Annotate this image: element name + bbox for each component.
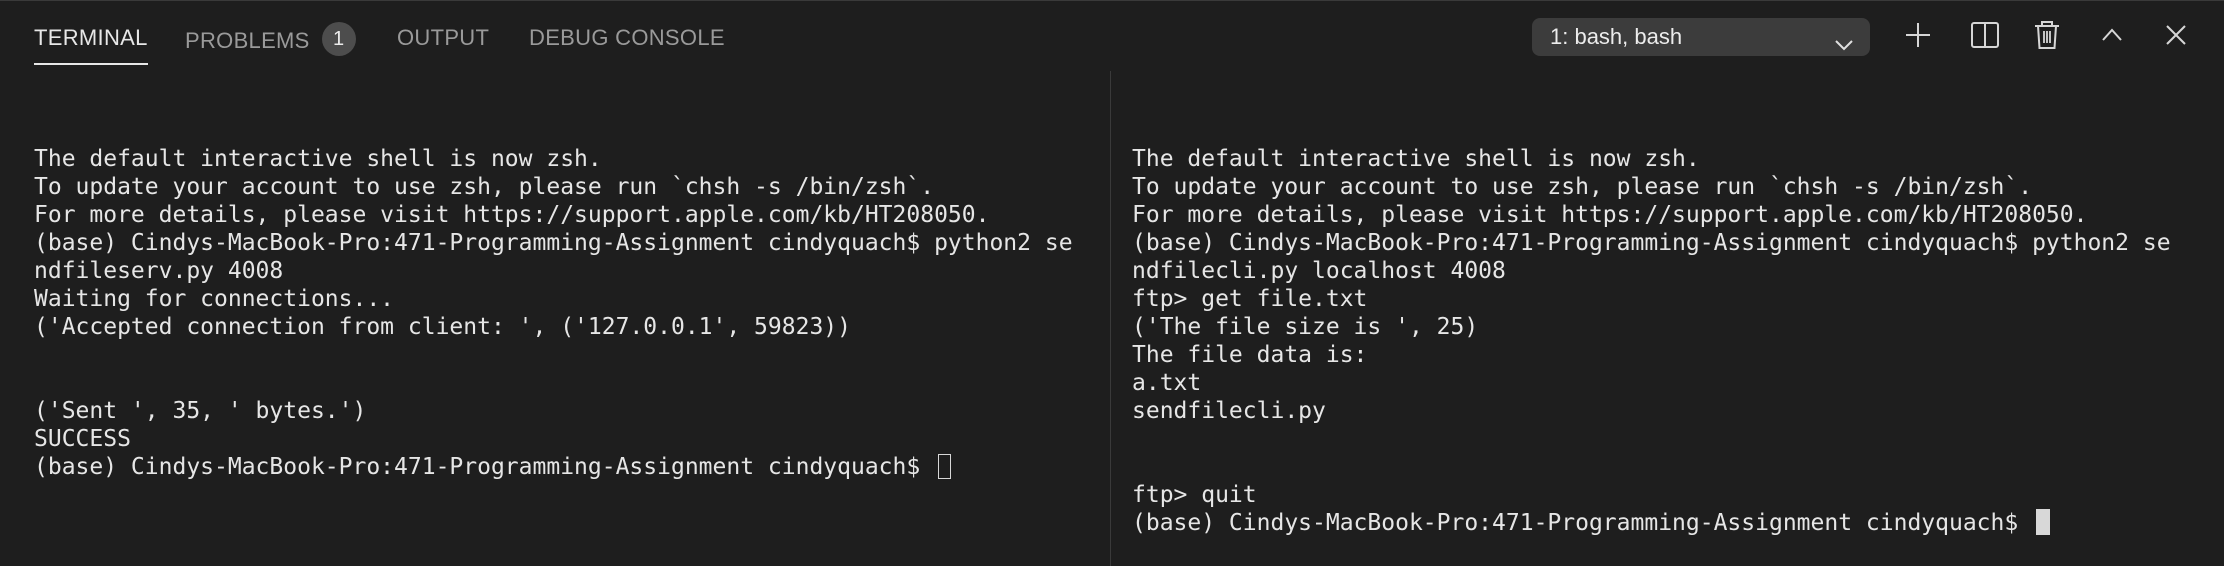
terminal-cursor bbox=[2036, 509, 2051, 535]
maximize-panel-button[interactable] bbox=[2092, 15, 2132, 55]
tab-output[interactable]: OUTPUT bbox=[397, 25, 489, 65]
plus-icon bbox=[1906, 23, 1930, 47]
terminal-line: a.txt bbox=[1132, 370, 1202, 396]
terminal-line: ('Sent ', 35, ' bytes.') bbox=[34, 398, 367, 424]
terminal-line: ndfileserv.py 4008 bbox=[34, 258, 284, 284]
tab-problems-label: PROBLEMS bbox=[185, 27, 310, 53]
terminal-line: For more details, please visit https://s… bbox=[34, 202, 990, 228]
trash-icon bbox=[2035, 21, 2059, 49]
terminal-prompt-line: (base) Cindys-MacBook-Pro:471-Programmin… bbox=[34, 453, 1073, 481]
panel-tab-bar: TERMINAL PROBLEMS 1 OUTPUT DEBUG CONSOLE … bbox=[0, 1, 2224, 75]
terminal-line: ftp> quit bbox=[1132, 482, 1257, 508]
split-terminal-button[interactable] bbox=[1965, 15, 2005, 55]
terminal-cursor bbox=[938, 454, 952, 479]
tab-debug-console[interactable]: DEBUG CONSOLE bbox=[529, 25, 725, 65]
terminal-line: sendfilecli.py bbox=[1132, 398, 1326, 424]
terminal-line: (base) Cindys-MacBook-Pro:471-Programmin… bbox=[34, 230, 1073, 256]
terminal-line: The default interactive shell is now zsh… bbox=[34, 146, 602, 172]
terminal-line: The file data is: bbox=[1132, 342, 1368, 368]
split-icon bbox=[1971, 22, 1999, 48]
terminal-select-dropdown[interactable]: 1: bash, bash bbox=[1532, 18, 1870, 56]
tab-problems[interactable]: PROBLEMS 1 bbox=[185, 22, 356, 65]
terminal-prompt-line: (base) Cindys-MacBook-Pro:471-Programmin… bbox=[1132, 509, 2171, 537]
terminal-output-left[interactable]: The default interactive shell is now zsh… bbox=[34, 117, 1073, 481]
terminal-output-right[interactable]: The default interactive shell is now zsh… bbox=[1132, 117, 2171, 537]
terminal-line: Waiting for connections... bbox=[34, 286, 395, 312]
close-panel-button[interactable] bbox=[2156, 15, 2196, 55]
terminal-line: ndfilecli.py localhost 4008 bbox=[1132, 258, 1506, 284]
chevron-down-icon bbox=[1834, 28, 1854, 51]
terminal-line: ('The file size is ', 25) bbox=[1132, 314, 1479, 340]
problems-count-badge: 1 bbox=[321, 22, 356, 56]
terminal-prompt: (base) Cindys-MacBook-Pro:471-Programmin… bbox=[34, 454, 935, 480]
terminal-line: To update your account to use zsh, pleas… bbox=[1132, 174, 2033, 200]
terminal-pane-left[interactable]: The default interactive shell is now zsh… bbox=[0, 75, 1110, 566]
tab-terminal-label: TERMINAL bbox=[34, 25, 148, 50]
new-terminal-button[interactable] bbox=[1898, 15, 1938, 55]
terminal-line: (base) Cindys-MacBook-Pro:471-Programmin… bbox=[1132, 230, 2171, 256]
terminal-pane-right[interactable]: The default interactive shell is now zsh… bbox=[1111, 75, 2224, 566]
terminal-line: SUCCESS bbox=[34, 426, 131, 452]
terminal-line: For more details, please visit https://s… bbox=[1132, 202, 2088, 228]
terminal-line: The default interactive shell is now zsh… bbox=[1132, 146, 1700, 172]
tab-debug-console-label: DEBUG CONSOLE bbox=[529, 25, 725, 50]
terminal-line: To update your account to use zsh, pleas… bbox=[34, 174, 935, 200]
terminal-line: ftp> get file.txt bbox=[1132, 286, 1368, 312]
terminal-select-value: 1: bash, bash bbox=[1550, 24, 1683, 49]
close-icon bbox=[2166, 25, 2186, 45]
terminal-line: ('Accepted connection from client: ', ('… bbox=[34, 314, 851, 340]
tab-output-label: OUTPUT bbox=[397, 25, 490, 50]
tab-terminal[interactable]: TERMINAL bbox=[34, 25, 148, 65]
chevron-up-icon bbox=[2102, 28, 2122, 41]
kill-terminal-button[interactable] bbox=[2027, 15, 2067, 55]
terminal-prompt: (base) Cindys-MacBook-Pro:471-Programmin… bbox=[1132, 510, 2033, 536]
terminal-panel: TERMINAL PROBLEMS 1 OUTPUT DEBUG CONSOLE … bbox=[0, 0, 2224, 566]
